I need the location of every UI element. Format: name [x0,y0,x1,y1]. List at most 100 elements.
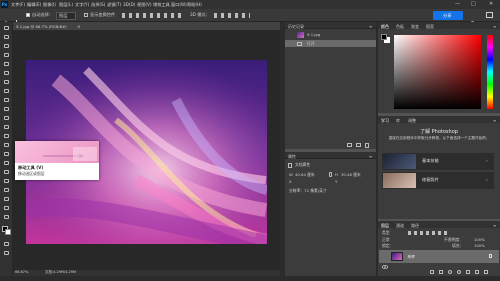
history-brush-tool-icon[interactable] [3,116,10,121]
minimize-button[interactable]: — [455,1,460,7]
healing-brush-tool-icon[interactable] [3,89,10,94]
document-info[interactable]: 文档:4.29M/4.29M [45,270,76,275]
tab-history[interactable]: 历史记录 [288,24,304,30]
search-icon[interactable] [470,12,476,27]
blur-tool-icon[interactable] [3,143,10,148]
home-icon[interactable] [3,12,9,27]
fill-value[interactable]: 100% [474,244,485,248]
camera-icon[interactable] [356,143,361,147]
dodge-tool-icon[interactable] [3,152,10,157]
path-select-tool-icon[interactable] [3,179,10,184]
group-icon[interactable] [466,270,470,274]
new-snapshot-icon[interactable] [347,143,352,147]
foreground-color-swatch[interactable] [381,34,387,40]
menu-item-type[interactable]: 文字(Y) [75,2,89,8]
tab-libraries[interactable]: 库 [396,118,400,124]
tab-layers[interactable]: 图层 [381,223,389,229]
tab-learn[interactable]: 学习 [381,118,389,124]
auto-select-checkbox[interactable] [26,13,30,17]
fx-icon[interactable] [439,270,443,274]
transform-controls-checkbox[interactable] [84,13,88,17]
width-value[interactable]: 40.64 厘米 [295,173,315,177]
shape-tool-icon[interactable] [3,188,10,193]
frame-tool-icon[interactable] [3,71,10,76]
learn-card-basic-skills[interactable]: 基本技能 › [382,153,494,170]
adjustment-layer-icon[interactable] [457,270,461,274]
lasso-tool-icon[interactable] [3,44,10,49]
blend-mode-dropdown[interactable]: 正常 [382,238,390,242]
maximize-button[interactable]: □ [471,1,476,7]
history-item[interactable]: 打开 [285,40,376,47]
zoom-tool-icon[interactable] [3,206,10,211]
close-button[interactable]: ✕ [489,1,493,7]
menu-item-select[interactable]: 选择(S) [91,2,105,8]
panel-menu-icon[interactable]: ≡ [493,118,496,123]
menu-item-view[interactable]: 视图(V) [137,2,152,8]
layer-filter-icons[interactable] [408,231,448,235]
marquee-tool-icon[interactable] [3,35,10,40]
zoom-level[interactable]: 66.67% [15,270,28,275]
menu-item-filter[interactable]: 滤镜(T) [107,2,121,8]
tab-paths[interactable]: 路径 [411,223,419,229]
document-close-icon[interactable]: × [77,24,81,29]
opacity-label: 不透明度： [444,237,463,242]
tab-gradients[interactable]: 渐变 [411,24,419,30]
tab-channels[interactable]: 通道 [396,223,404,229]
hue-slider[interactable] [487,35,493,109]
menu-item-help[interactable]: 帮助(H) [187,2,202,8]
trash-icon[interactable] [365,143,369,148]
move-tool-icon[interactable] [3,26,10,31]
auto-select-dropdown[interactable]: 图层 [56,12,77,21]
layer-filter-dropdown[interactable]: 类型 [382,231,390,235]
gradient-tool-icon[interactable] [3,134,10,139]
background-color-swatch[interactable] [5,229,11,235]
tab-swatches[interactable]: 色板 [396,24,404,30]
eyedropper-tool-icon[interactable] [3,80,10,85]
menu-item-edit[interactable]: 编辑(E) [27,2,41,8]
quick-select-tool-icon[interactable] [3,53,10,58]
tab-adjustments[interactable]: 调整 [408,118,416,124]
menu-item-window[interactable]: 窗口(W) [171,2,187,8]
type-tool-icon[interactable] [3,170,10,175]
tab-patterns[interactable]: 图案 [426,24,434,30]
menu-item-image[interactable]: 图像(I) [43,2,56,8]
align-icons[interactable] [122,13,182,18]
new-layer-icon[interactable] [475,270,479,274]
panel-menu-icon[interactable]: ≡ [493,223,496,228]
brush-tool-icon[interactable] [3,98,10,103]
mask-icon[interactable] [448,270,452,274]
resolution-value[interactable]: 分辨率：72 像素/英寸 [289,189,327,193]
menu-item-3d[interactable]: 3D(D) [123,2,135,7]
move-tool-icon[interactable] [13,12,20,27]
clone-stamp-tool-icon[interactable] [3,107,10,112]
panel-menu-icon[interactable]: ≡ [369,24,372,29]
learn-card-fix-photo[interactable]: 修复照片 › [382,172,494,189]
tab-color[interactable]: 颜色 [381,24,389,30]
document-tab[interactable]: 9-1.jpg @ 66.7% (RGB/8#) × [13,22,280,31]
hand-tool-icon[interactable] [3,197,10,202]
menu-item-file[interactable]: 文件(F) [11,2,25,8]
quick-mask-icon[interactable] [3,242,10,247]
workspace-icon[interactable] [486,12,493,18]
panel-menu-icon[interactable]: ≡ [369,154,372,159]
crop-tool-icon[interactable] [3,62,10,67]
link-icon[interactable] [329,172,332,177]
menu-item-layer[interactable]: 图层(L) [59,2,73,8]
history-snapshot[interactable]: 9-1.jpg [285,31,376,39]
share-button[interactable]: 分享 [433,11,463,20]
menu-item-plugins[interactable]: 增效工具 [153,2,170,8]
link-layers-icon[interactable] [430,270,434,274]
more-tools-icon[interactable] [3,215,10,220]
eraser-tool-icon[interactable] [3,125,10,130]
3d-mode-icons[interactable] [214,13,250,18]
layer-row[interactable]: 背景 [379,250,499,269]
delete-layer-icon[interactable] [484,270,488,274]
opacity-value[interactable]: 100% [474,238,485,242]
tab-properties[interactable]: 属性 [288,154,296,160]
color-picker-field[interactable] [394,35,481,109]
panel-menu-icon[interactable]: ≡ [493,24,496,29]
width-label: W [289,172,293,177]
height-value[interactable]: 30.48 厘米 [341,173,361,177]
screen-mode-icon[interactable] [3,251,10,256]
pen-tool-icon[interactable] [3,161,10,166]
